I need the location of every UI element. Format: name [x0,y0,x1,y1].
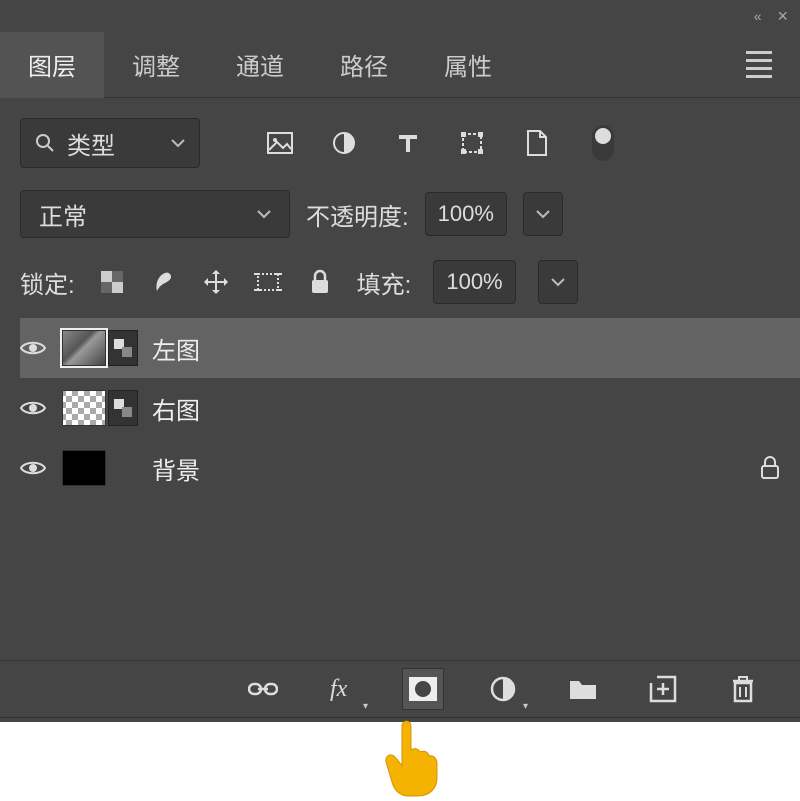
lock-image-icon[interactable] [149,267,179,297]
fill-input[interactable]: 100% [433,260,515,304]
caret-icon: ▾ [363,701,368,712]
new-layer-icon[interactable] [642,668,684,710]
smart-object-filter-icon[interactable] [520,127,552,159]
layer-thumbnail[interactable] [62,450,106,486]
bottom-toolbar: fx ▾ ▾ [0,660,800,718]
layer-item[interactable]: 右图 [20,378,800,438]
tab-layers[interactable]: 图层 [0,32,104,98]
layer-mask-icon[interactable] [402,668,444,710]
search-icon [35,133,55,153]
adjustment-layer-icon[interactable]: ▾ [482,668,524,710]
layer-style-icon[interactable]: fx ▾ [322,668,364,710]
filter-type-label: 类型 [67,126,159,161]
pointing-hand-cursor [372,718,446,800]
caret-icon: ▾ [523,701,528,712]
lock-artboard-icon[interactable] [253,267,283,297]
layer-thumbnail[interactable] [62,390,106,426]
lock-position-icon[interactable] [201,267,231,297]
type-layer-filter-icon[interactable] [392,127,424,159]
tab-properties[interactable]: 属性 [416,32,520,98]
smart-object-badge-icon [108,330,138,366]
filter-toggle[interactable] [592,125,614,161]
blend-mode-select[interactable]: 正常 [20,190,290,238]
layers-panel: « × 图层 调整 通道 路径 属性 类型 [0,0,800,722]
fill-dropdown[interactable] [538,260,578,304]
lock-label: 锁定: [20,265,75,300]
filter-icons [264,125,614,161]
blend-row: 正常 不透明度: 100% [0,168,800,238]
chevron-down-icon [171,138,185,148]
lock-all-icon[interactable] [305,267,335,297]
opacity-input[interactable]: 100% [425,192,507,236]
new-group-icon[interactable] [562,668,604,710]
smart-object-badge-icon [108,390,138,426]
close-icon[interactable]: × [777,6,788,27]
tab-paths[interactable]: 路径 [312,32,416,98]
filter-type-select[interactable]: 类型 [20,118,200,168]
opacity-dropdown[interactable] [523,192,563,236]
visibility-toggle-icon[interactable] [20,459,46,477]
visibility-toggle-icon[interactable] [20,339,46,357]
blend-mode-label: 正常 [39,197,87,232]
lock-icon [760,456,780,480]
layer-thumbnail[interactable] [62,330,106,366]
layer-name[interactable]: 背景 [152,451,760,486]
visibility-toggle-icon[interactable] [20,399,46,417]
lock-row: 锁定: 填充: 100% [0,238,800,318]
collapse-icon[interactable]: « [754,8,762,24]
opacity-label: 不透明度: [306,197,409,232]
layer-item[interactable]: 左图 [20,318,800,378]
adjustment-layer-filter-icon[interactable] [328,127,360,159]
pixel-layer-filter-icon[interactable] [264,127,296,159]
layer-name[interactable]: 右图 [152,391,780,426]
chevron-down-icon [257,209,271,219]
tab-channels[interactable]: 通道 [208,32,312,98]
svg-text:fx: fx [330,676,348,702]
link-layers-icon[interactable] [242,668,284,710]
shape-layer-filter-icon[interactable] [456,127,488,159]
panel-tabs: 图层 调整 通道 路径 属性 [0,32,800,98]
panel-menu-icon[interactable] [738,43,780,86]
fill-label: 填充: [357,265,412,300]
layer-list: 左图 右图 背景 [0,318,800,498]
layer-item[interactable]: 背景 [20,438,800,498]
layer-name[interactable]: 左图 [152,331,780,366]
filter-row: 类型 [0,98,800,168]
delete-layer-icon[interactable] [722,668,764,710]
titlebar: « × [0,0,800,32]
lock-transparent-icon[interactable] [97,267,127,297]
tab-adjustments[interactable]: 调整 [104,32,208,98]
